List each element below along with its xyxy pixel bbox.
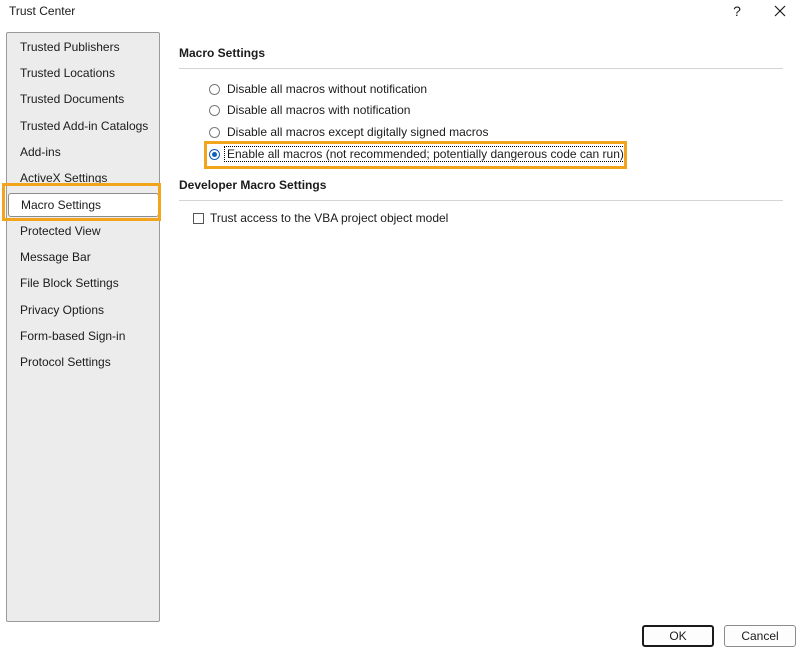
radio-label: Disable all macros except digitally sign…	[227, 125, 489, 139]
radio-enable-all-macros[interactable]: Enable all macros (not recommended; pote…	[209, 145, 627, 163]
radio-button[interactable]	[209, 104, 220, 116]
help-button[interactable]: ?	[726, 0, 748, 22]
window-title: Trust Center	[9, 4, 76, 18]
radio-label: Disable all macros without notification	[227, 82, 428, 96]
radio-disable-without-notification[interactable]: Disable all macros without notification	[209, 80, 427, 98]
sidebar-nav: Trusted Publishers Trusted Locations Tru…	[6, 32, 160, 622]
trust-vba-label: Trust access to the VBA project object m…	[210, 211, 449, 225]
sidebar-item-trusted-add-in-catalogs[interactable]: Trusted Add-in Catalogs	[20, 115, 148, 137]
sidebar-item-form-based-sign-in[interactable]: Form-based Sign-in	[20, 325, 125, 347]
sidebar-item-activex-settings[interactable]: ActiveX Settings	[20, 167, 107, 189]
sidebar-item-privacy-options[interactable]: Privacy Options	[20, 299, 104, 321]
developer-macro-settings-heading: Developer Macro Settings	[179, 178, 327, 192]
sidebar-item-trusted-documents[interactable]: Trusted Documents	[20, 88, 124, 110]
divider	[179, 68, 783, 69]
sidebar-item-protocol-settings[interactable]: Protocol Settings	[20, 351, 111, 373]
divider	[179, 200, 783, 201]
ok-button[interactable]: OK	[642, 625, 714, 647]
radio-label: Disable all macros with notification	[227, 103, 411, 117]
sidebar-item-protected-view[interactable]: Protected View	[20, 220, 101, 242]
trust-vba-checkbox[interactable]	[193, 212, 204, 224]
sidebar-item-add-ins[interactable]: Add-ins	[20, 141, 61, 163]
sidebar-item-trusted-publishers[interactable]: Trusted Publishers	[20, 36, 120, 58]
title-bar: Trust Center ?	[0, 0, 800, 26]
radio-label: Enable all macros (not recommended; pote…	[224, 146, 627, 162]
sidebar-item-message-bar[interactable]: Message Bar	[20, 246, 91, 268]
radio-button[interactable]	[209, 83, 220, 95]
close-icon	[774, 5, 786, 17]
trust-vba-checkbox-row[interactable]: Trust access to the VBA project object m…	[193, 209, 448, 227]
radio-button[interactable]	[209, 126, 220, 138]
close-button[interactable]	[768, 0, 792, 22]
radio-disable-with-notification[interactable]: Disable all macros with notification	[209, 101, 410, 119]
macro-settings-heading: Macro Settings	[179, 46, 266, 60]
cancel-button[interactable]: Cancel	[724, 625, 796, 647]
sidebar-item-file-block-settings[interactable]: File Block Settings	[20, 272, 119, 294]
radio-disable-except-signed[interactable]: Disable all macros except digitally sign…	[209, 123, 488, 141]
radio-button-selected[interactable]	[209, 148, 220, 160]
sidebar-item-trusted-locations[interactable]: Trusted Locations	[20, 62, 115, 84]
sidebar-item-macro-settings[interactable]: Macro Settings	[8, 193, 159, 217]
